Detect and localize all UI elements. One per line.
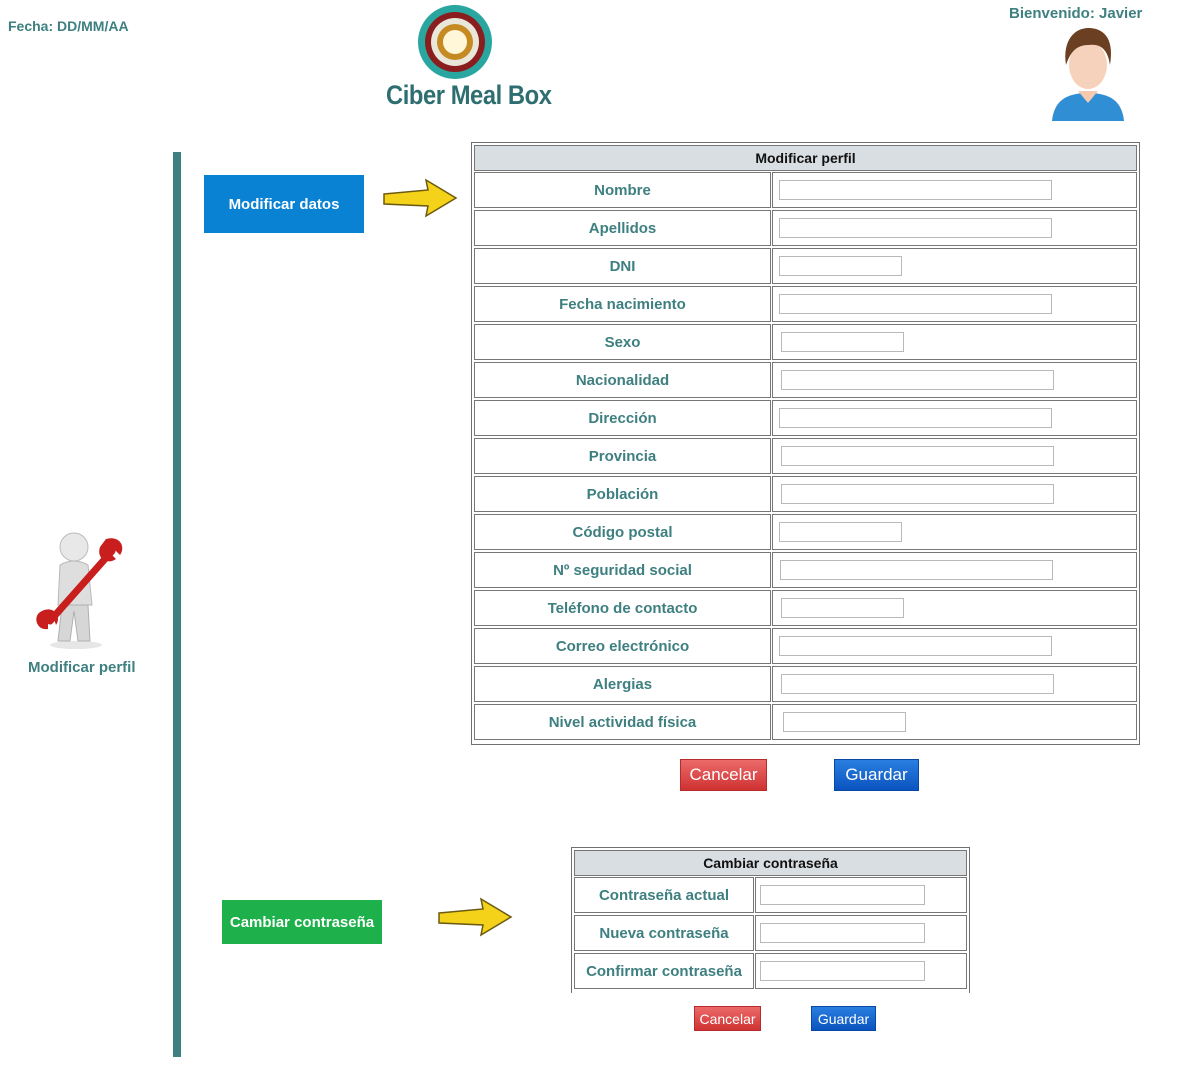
profile-field-input[interactable] xyxy=(779,294,1052,314)
profile-field-input[interactable] xyxy=(780,560,1053,580)
password-form: Cambiar contraseña Contraseña actual Nuev… xyxy=(571,847,970,993)
profile-field-cell xyxy=(772,362,1137,398)
password-field-label: Contraseña actual xyxy=(574,877,754,913)
profile-row: Sexo xyxy=(474,324,1137,360)
profile-row: Nivel actividad física xyxy=(474,704,1137,740)
profile-field-cell xyxy=(772,628,1137,664)
profile-field-cell xyxy=(772,552,1137,588)
profile-field-label: Alergias xyxy=(474,666,771,702)
profile-field-label: DNI xyxy=(474,248,771,284)
password-field-cell xyxy=(755,953,967,989)
profile-field-input[interactable] xyxy=(779,180,1052,200)
sidebar-profile-label[interactable]: Modificar perfil xyxy=(28,659,136,676)
password-save-button[interactable]: Guardar xyxy=(811,1006,876,1031)
profile-field-cell xyxy=(772,172,1137,208)
profile-field-label: Correo electrónico xyxy=(474,628,771,664)
profile-field-input[interactable] xyxy=(779,636,1052,656)
profile-row: Apellidos xyxy=(474,210,1137,246)
profile-row: Nacionalidad xyxy=(474,362,1137,398)
password-field-cell xyxy=(755,877,967,913)
sidebar-divider xyxy=(173,152,181,1057)
date-label: Fecha: DD/MM/AA xyxy=(8,18,129,34)
profile-cancel-button[interactable]: Cancelar xyxy=(680,759,767,791)
profile-row: Correo electrónico xyxy=(474,628,1137,664)
profile-field-cell xyxy=(772,438,1137,474)
profile-field-input[interactable] xyxy=(779,408,1052,428)
profile-field-cell xyxy=(772,514,1137,550)
profile-row: Nº seguridad social xyxy=(474,552,1137,588)
welcome-label: Bienvenido: Javier xyxy=(1009,5,1143,22)
password-field-input[interactable] xyxy=(760,923,925,943)
password-row: Contraseña actual xyxy=(574,877,967,913)
arrow-right-icon xyxy=(383,178,458,218)
profile-row: Teléfono de contacto xyxy=(474,590,1137,626)
profile-field-label: Nivel actividad física xyxy=(474,704,771,740)
password-field-label: Nueva contraseña xyxy=(574,915,754,951)
profile-row: Código postal xyxy=(474,514,1137,550)
password-field-input[interactable] xyxy=(760,885,925,905)
profile-field-input[interactable] xyxy=(781,446,1054,466)
profile-field-label: Provincia xyxy=(474,438,771,474)
logo-text: Ciber Meal Box xyxy=(386,80,552,110)
profile-field-label: Apellidos xyxy=(474,210,771,246)
password-cancel-button[interactable]: Cancelar xyxy=(694,1006,761,1031)
password-row: Nueva contraseña xyxy=(574,915,967,951)
password-field-label: Confirmar contraseña xyxy=(574,953,754,989)
profile-field-label: Sexo xyxy=(474,324,771,360)
password-field-cell xyxy=(755,915,967,951)
profile-field-cell xyxy=(772,210,1137,246)
password-row: Confirmar contraseña xyxy=(574,953,967,989)
profile-field-input[interactable] xyxy=(781,598,904,618)
profile-row: Población xyxy=(474,476,1137,512)
profile-row: DNI xyxy=(474,248,1137,284)
profile-row: Provincia xyxy=(474,438,1137,474)
profile-field-input[interactable] xyxy=(783,712,906,732)
profile-field-input[interactable] xyxy=(779,218,1052,238)
profile-field-input[interactable] xyxy=(781,370,1054,390)
wrench-person-icon[interactable] xyxy=(30,525,130,650)
profile-row: Fecha nacimiento xyxy=(474,286,1137,322)
profile-row: Dirección xyxy=(474,400,1137,436)
profile-field-label: Dirección xyxy=(474,400,771,436)
profile-field-cell xyxy=(772,248,1137,284)
profile-field-cell xyxy=(772,286,1137,322)
profile-row: Nombre xyxy=(474,172,1137,208)
profile-field-input[interactable] xyxy=(779,522,902,542)
password-field-input[interactable] xyxy=(760,961,925,981)
profile-field-cell xyxy=(772,704,1137,740)
profile-field-input[interactable] xyxy=(781,332,904,352)
profile-save-button[interactable]: Guardar xyxy=(834,759,919,791)
profile-field-label: Nombre xyxy=(474,172,771,208)
change-password-button[interactable]: Cambiar contraseña xyxy=(222,900,382,944)
modify-data-button[interactable]: Modificar datos xyxy=(204,175,364,233)
profile-form-title: Modificar perfil xyxy=(474,145,1137,171)
profile-field-input[interactable] xyxy=(781,674,1054,694)
profile-field-input[interactable] xyxy=(779,256,902,276)
profile-field-cell xyxy=(772,666,1137,702)
profile-field-label: Nº seguridad social xyxy=(474,552,771,588)
profile-field-label: Fecha nacimiento xyxy=(474,286,771,322)
user-avatar-icon[interactable] xyxy=(1050,25,1126,121)
profile-field-label: Teléfono de contacto xyxy=(474,590,771,626)
profile-field-cell xyxy=(772,590,1137,626)
profile-field-input[interactable] xyxy=(781,484,1054,504)
profile-form: Modificar perfil Nombre Apellidos DNI Fecha… xyxy=(471,142,1140,745)
profile-field-cell xyxy=(772,400,1137,436)
profile-row: Alergias xyxy=(474,666,1137,702)
password-form-title: Cambiar contraseña xyxy=(574,850,967,876)
profile-field-cell xyxy=(772,324,1137,360)
arrow-right-icon xyxy=(438,897,513,937)
profile-field-cell xyxy=(772,476,1137,512)
profile-field-label: Nacionalidad xyxy=(474,362,771,398)
profile-field-label: Población xyxy=(474,476,771,512)
profile-field-label: Código postal xyxy=(474,514,771,550)
